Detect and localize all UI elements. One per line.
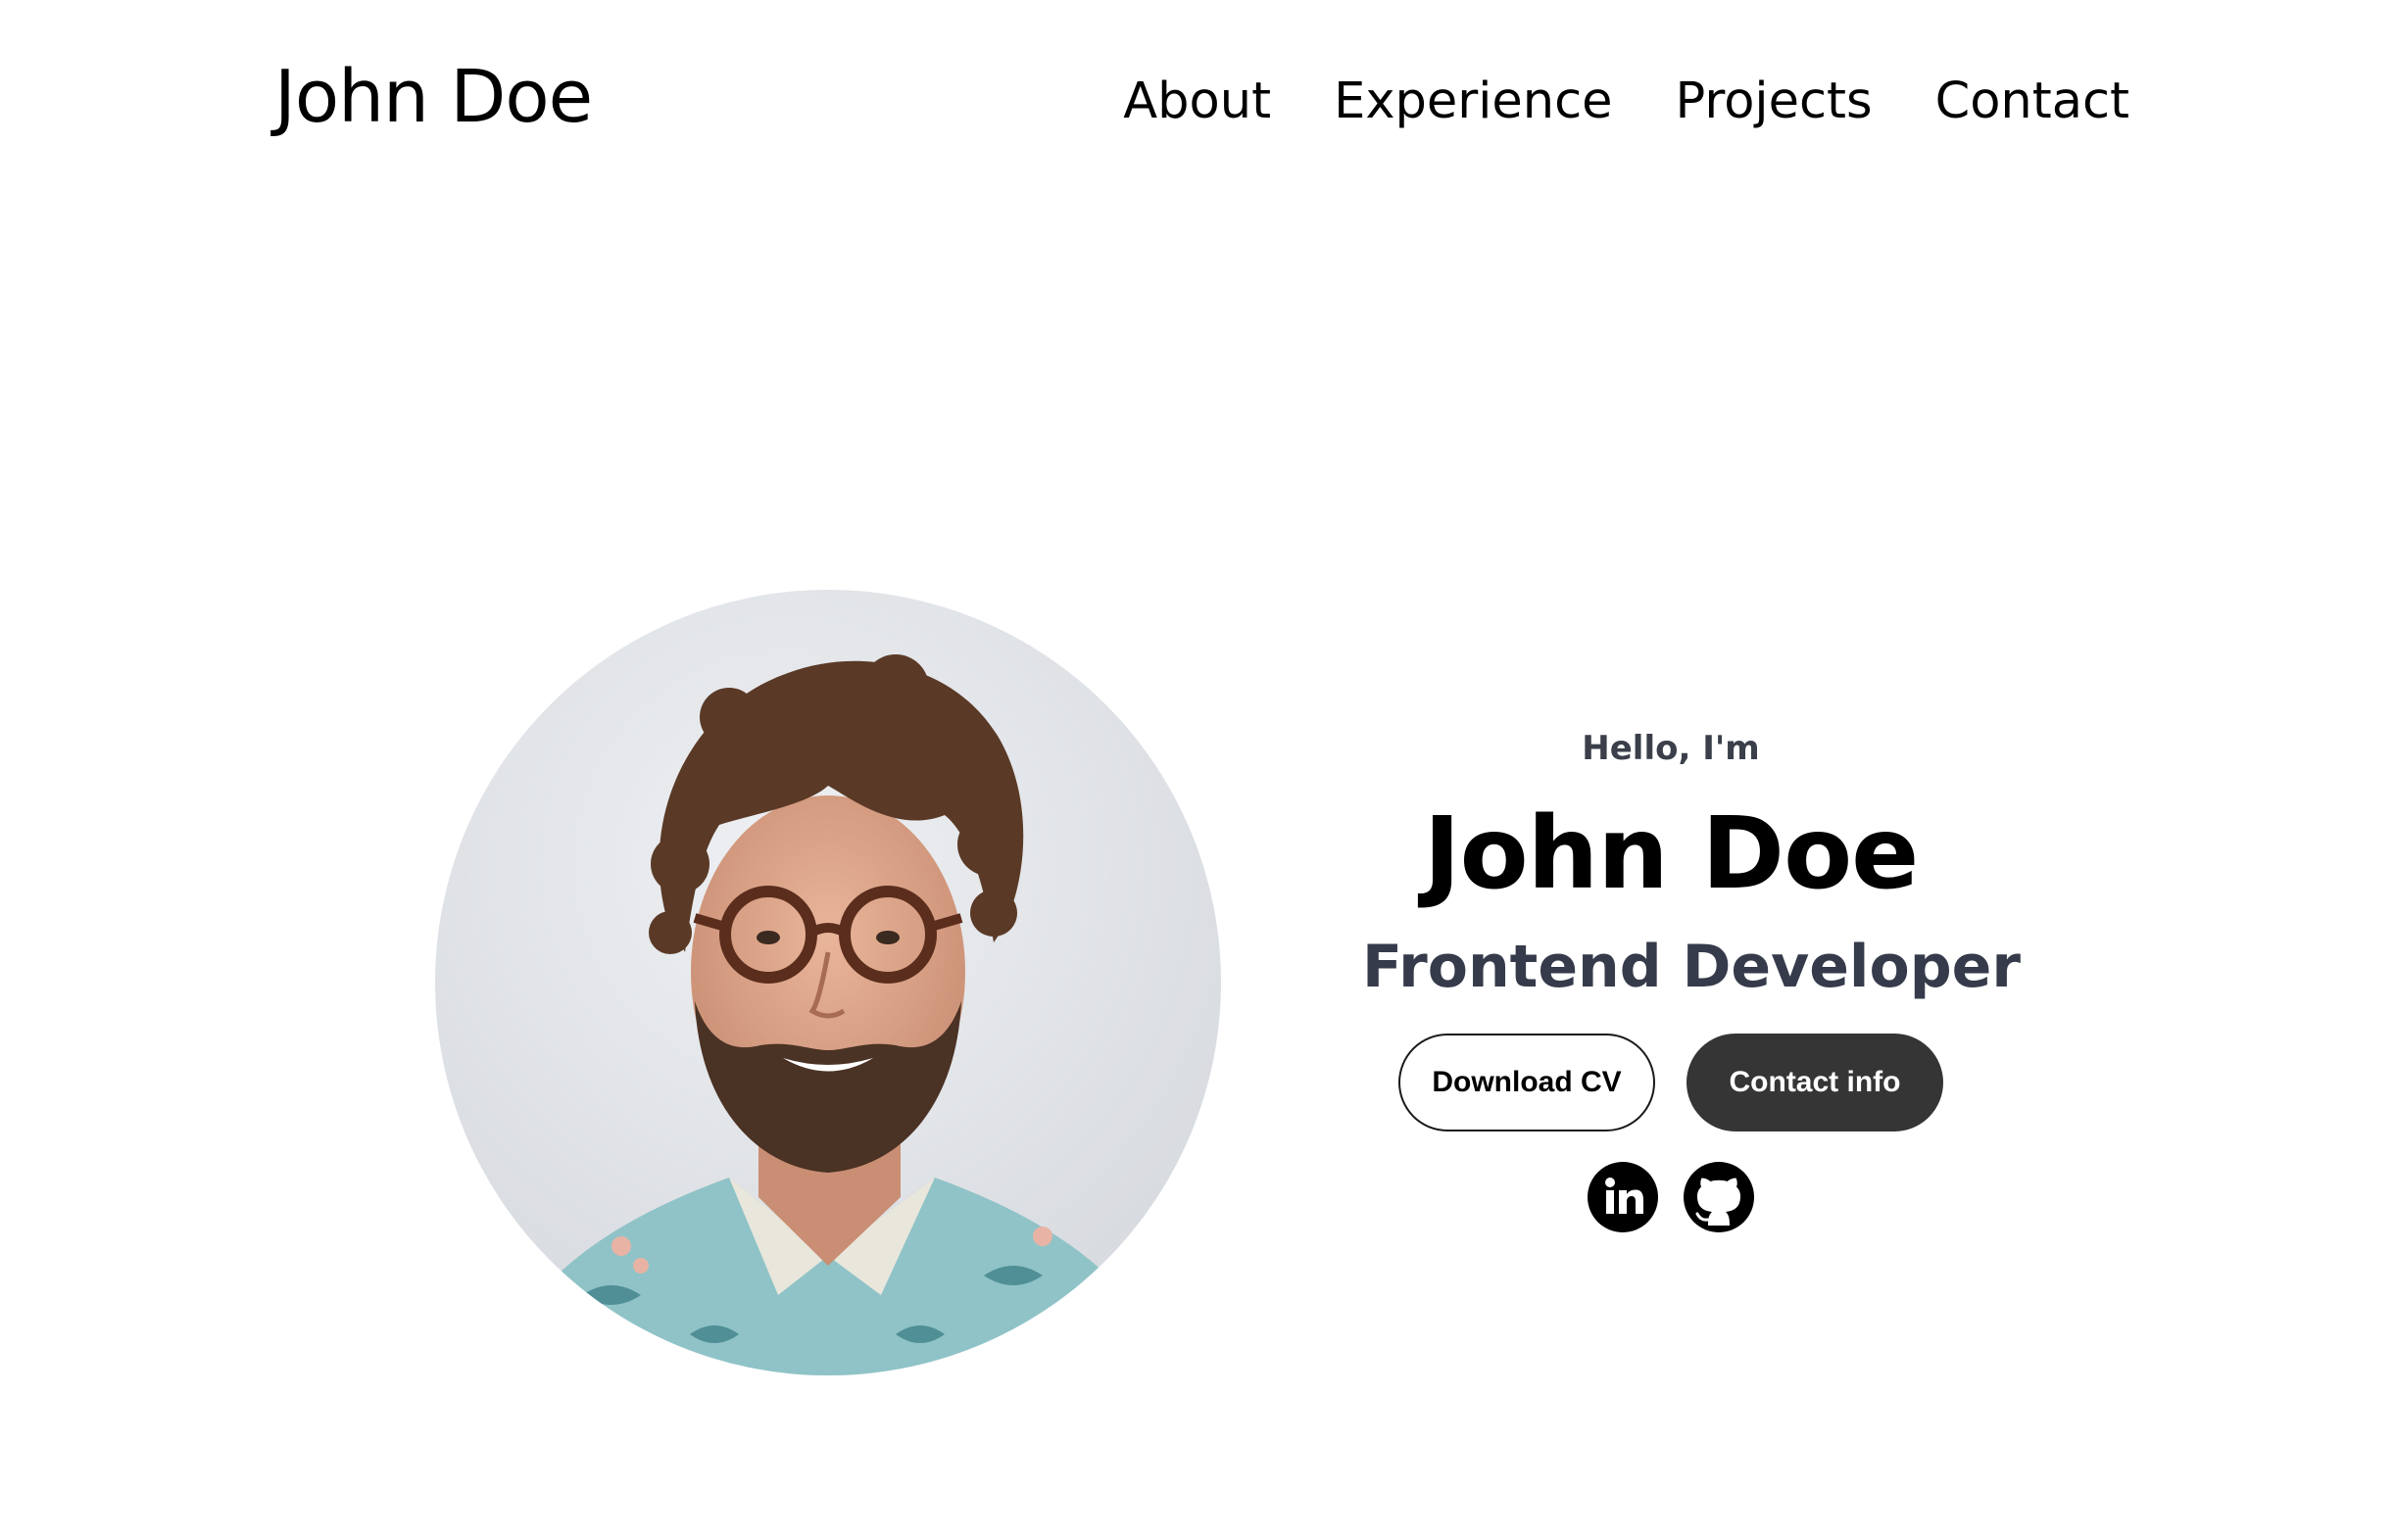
nav-link-projects[interactable]: Projects — [1676, 76, 1873, 126]
nav-link-contact[interactable]: Contact — [1935, 76, 2129, 126]
download-cv-button[interactable]: Download CV — [1398, 1034, 1655, 1131]
nav-link-experience[interactable]: Experience — [1334, 76, 1612, 126]
hero-name: John Doe — [1423, 795, 1920, 912]
github-icon[interactable] — [1683, 1161, 1755, 1233]
nav-bar: About Experience Projects Contact — [1123, 76, 2129, 126]
nav-link-about[interactable]: About — [1123, 76, 1271, 126]
site-header: John Doe About Experience Projects Conta… — [0, 0, 2395, 225]
hero-role: Frontend Developer — [1362, 933, 2021, 1001]
linkedin-icon[interactable] — [1587, 1161, 1659, 1233]
logo[interactable]: John Doe — [274, 61, 593, 133]
greeting-text: Hello, I'm — [1582, 729, 1760, 768]
profile-picture — [435, 590, 1221, 1375]
button-row: Download CV Contact info — [1362, 1034, 1980, 1131]
hero-text: Hello, I'm John Doe Frontend Developer D… — [1362, 725, 2021, 1233]
contact-info-button[interactable]: Contact info — [1686, 1034, 1943, 1131]
social-links — [1362, 1161, 1980, 1233]
